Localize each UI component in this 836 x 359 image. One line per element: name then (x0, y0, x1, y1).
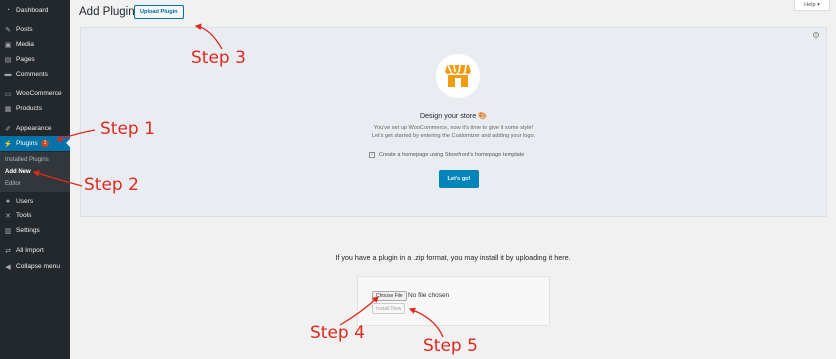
users-icon: ● (5, 198, 11, 205)
update-count-badge: 1 (40, 140, 50, 147)
panel-description-line1: You've set up WooCommerce, now it's time… (373, 125, 534, 131)
sidebar-item-users[interactable]: ● Users (0, 194, 70, 209)
step2-label: Step 2 (84, 175, 139, 195)
plugins-submenu: Installed Plugins Add New Editor (0, 152, 70, 192)
choose-file-button[interactable]: Choose File (372, 291, 407, 301)
lets-go-button[interactable]: Let's go! (439, 170, 479, 188)
homepage-template-option: ✓ Create a homepage using Storefront's h… (369, 152, 524, 158)
sidebar-item-appearance[interactable]: ✐ Appearance (0, 121, 70, 136)
sidebar-item-media[interactable]: ▣ Media (0, 37, 70, 52)
install-now-button[interactable]: Install Now (372, 303, 406, 314)
submenu-item-installed-plugins[interactable]: Installed Plugins (5, 157, 49, 163)
comments-icon: ▬ (4, 71, 12, 78)
upload-form: Choose File No file chosen Install Now (357, 276, 550, 326)
collapse-icon: ◀ (5, 263, 11, 271)
homepage-template-checkbox[interactable]: ✓ (369, 152, 375, 158)
submenu-item-editor[interactable]: Editor (5, 181, 21, 187)
sidebar-item-plugins[interactable]: ⚡ Plugins 1 (0, 136, 70, 151)
submenu-item-add-new[interactable]: Add New (5, 169, 31, 175)
sidebar-item-products[interactable]: ▦ Products (0, 101, 70, 116)
media-icon: ▣ (4, 41, 12, 49)
upload-instructions: If you have a plugin in a .zip format, y… (335, 253, 571, 262)
sidebar-item-settings[interactable]: ▥ Settings (0, 223, 70, 238)
file-status-text: No file chosen (408, 292, 450, 299)
sidebar-item-dashboard[interactable]: ◔ Dashboard (0, 3, 70, 18)
panel-title: Design your store 🎨 (419, 111, 488, 120)
plugins-icon: ⚡ (3, 140, 13, 148)
help-tab[interactable]: Help ▾ (794, 0, 830, 11)
panel-description-line2: Let's get started by entering the Custom… (371, 133, 536, 139)
pin-icon: ✎ (5, 26, 11, 34)
sidebar-item-pages[interactable]: ▤ Pages (0, 52, 70, 67)
sidebar-item-posts[interactable]: ✎ Posts (0, 22, 70, 37)
sidebar-item-comments[interactable]: ▬ Comments (0, 67, 70, 82)
admin-sidebar: ◔ Dashboard ✎ Posts ▣ Media ▤ Pages ▬ Comment… (0, 0, 70, 359)
appearance-icon: ✐ (5, 125, 11, 133)
step4-label: Step 4 (310, 323, 365, 343)
sidebar-item-woocommerce[interactable]: ▭ WooCommerce (0, 86, 70, 101)
step5-label: Step 5 (423, 336, 478, 356)
products-icon: ▦ (4, 105, 12, 113)
upload-plugin-button[interactable]: Upload Plugin (134, 5, 184, 19)
woocommerce-icon: ▭ (4, 90, 12, 98)
step3-label: Step 3 (191, 48, 246, 68)
homepage-template-label: Create a homepage using Storefront's hom… (379, 152, 525, 158)
tools-icon: ✕ (5, 212, 11, 220)
close-circle-icon[interactable]: × (813, 32, 819, 38)
settings-icon: ▥ (4, 227, 12, 235)
page-title: Add Plugins (79, 6, 141, 18)
step1-label: Step 1 (100, 119, 155, 139)
pages-icon: ▤ (4, 56, 12, 64)
store-icon (436, 54, 480, 98)
dashboard-icon: ◔ (5, 7, 11, 14)
sidebar-item-tools[interactable]: ✕ Tools (0, 208, 70, 223)
